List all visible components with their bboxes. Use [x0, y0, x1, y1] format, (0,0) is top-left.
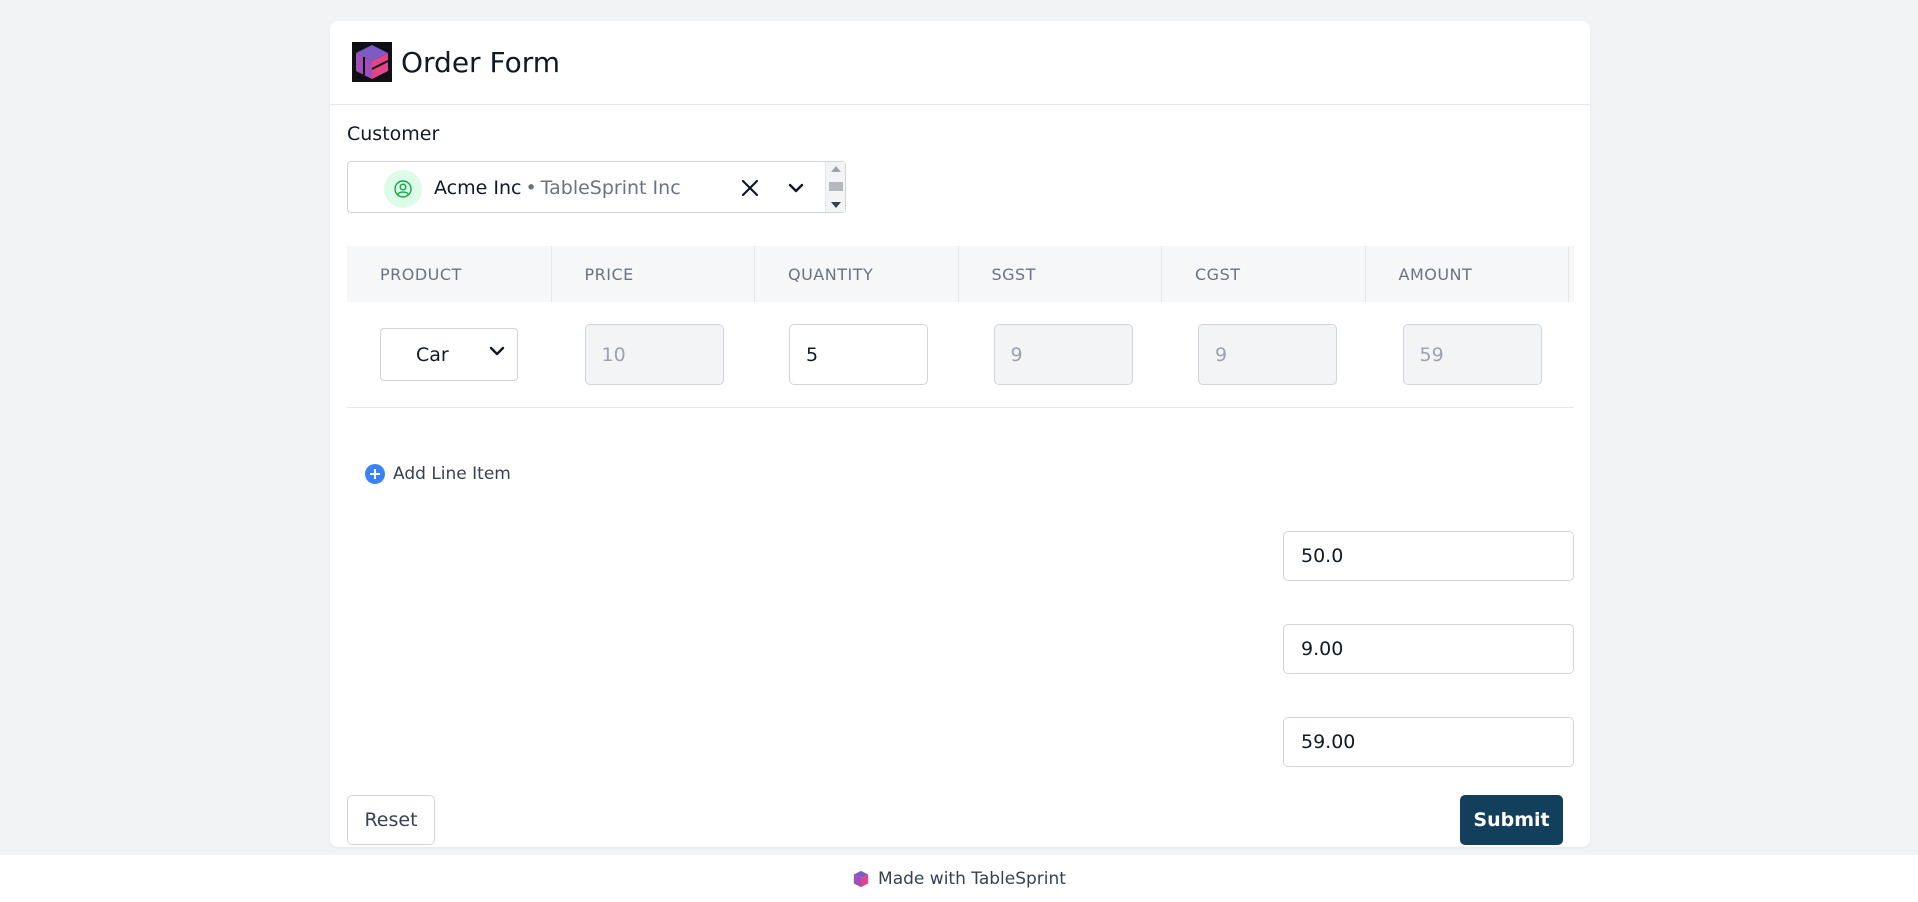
column-header-sgst: SGST: [957, 246, 1162, 302]
submit-button[interactable]: Submit: [1460, 795, 1563, 845]
table-header: PRODUCT PRICE QUANTITY SGST CGST AMOUNT: [347, 246, 1574, 302]
amount-input: 59: [1402, 324, 1542, 385]
cgst-input: 9: [1198, 324, 1337, 385]
chevron-down-icon: [489, 346, 505, 356]
customer-label: Customer: [347, 123, 440, 145]
line-items-table: PRODUCT PRICE QUANTITY SGST CGST AMOUNT …: [347, 246, 1574, 408]
table-row: Car 10 5 9 9 59: [347, 302, 1574, 408]
footer: Made with TableSprint: [0, 855, 1918, 902]
product-value: Car: [416, 343, 449, 366]
made-with-link[interactable]: Made with TableSprint: [878, 869, 1066, 889]
column-header-amount: AMOUNT: [1364, 246, 1569, 302]
amount-cell: 59: [1370, 324, 1575, 385]
clear-selection-icon[interactable]: [738, 176, 762, 200]
subtotal-field[interactable]: 50.0: [1283, 531, 1574, 581]
tax-field[interactable]: 9.00: [1283, 624, 1574, 674]
customer-separator: •: [525, 177, 537, 199]
order-form-card: Order Form Customer Acme Inc • TableSprint…: [330, 21, 1590, 847]
price-cell: 10: [552, 324, 757, 385]
total-field[interactable]: 59.00: [1283, 717, 1574, 767]
scroll-thumb[interactable]: [829, 182, 843, 191]
column-header-product: PRODUCT: [347, 246, 552, 302]
reset-button[interactable]: Reset: [347, 795, 435, 845]
column-header-cgst: CGST: [1161, 246, 1366, 302]
quantity-cell: 5: [756, 324, 961, 385]
tablesprint-logo-icon: [853, 870, 869, 887]
user-avatar-icon: [384, 170, 422, 208]
scroll-down-icon[interactable]: [831, 202, 841, 208]
product-select[interactable]: Car: [380, 328, 518, 381]
scroll-up-icon[interactable]: [831, 166, 841, 172]
add-line-item-label: Add Line Item: [393, 464, 511, 484]
cgst-cell: 9: [1165, 324, 1370, 385]
quantity-input[interactable]: 5: [789, 324, 928, 385]
price-input: 10: [584, 324, 724, 385]
sgst-input: 9: [993, 324, 1133, 385]
add-line-item-button[interactable]: Add Line Item: [365, 464, 511, 484]
customer-name: Acme Inc: [434, 177, 522, 199]
customer-list-scrollbar[interactable]: [825, 162, 845, 212]
product-cell: Car: [347, 328, 552, 381]
add-circle-icon: [365, 464, 385, 484]
sgst-cell: 9: [961, 324, 1166, 385]
chevron-down-icon[interactable]: [784, 176, 808, 200]
customer-org: TableSprint Inc: [540, 177, 681, 199]
tablesprint-logo-icon: [352, 42, 392, 82]
form-header: Order Form: [330, 21, 1590, 105]
customer-value: Acme Inc • TableSprint Inc: [434, 174, 681, 202]
customer-select[interactable]: Acme Inc • TableSprint Inc: [347, 161, 846, 213]
column-header-quantity: QUANTITY: [754, 246, 959, 302]
page-title: Order Form: [401, 46, 561, 79]
column-header-price: PRICE: [550, 246, 755, 302]
